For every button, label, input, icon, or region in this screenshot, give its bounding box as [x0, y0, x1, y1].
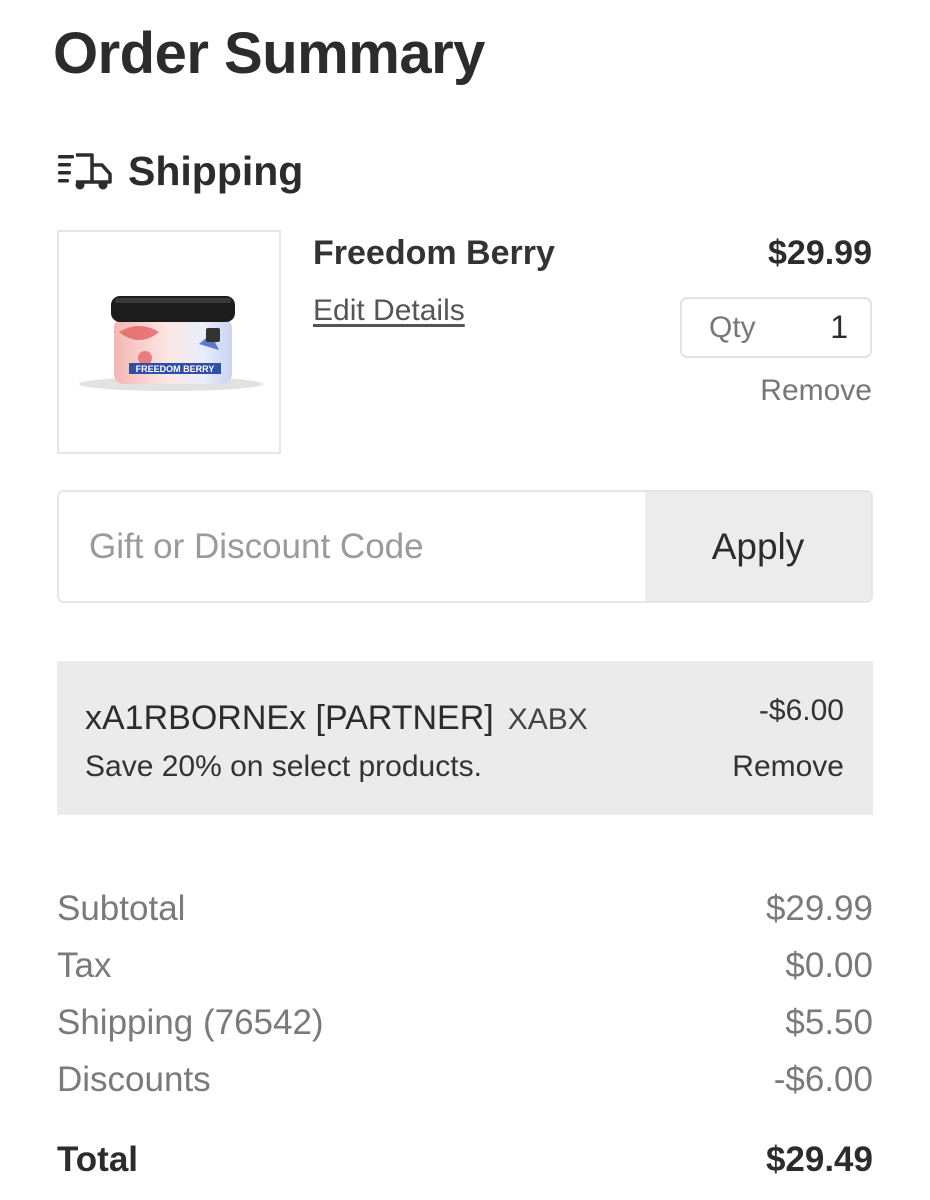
product-jar-image: FREEDOM BERRY	[79, 296, 263, 391]
shipping-label: Shipping (76542)	[57, 1002, 324, 1042]
applied-discount-panel: xA1RBORNEx [PARTNER] XABX Save 20% on sel…	[57, 661, 873, 815]
tax-row: Tax $0.00	[57, 937, 873, 994]
subtotal-label: Subtotal	[57, 888, 186, 928]
discount-code: XABX	[507, 703, 588, 736]
subtotal-row: Subtotal $29.99	[57, 880, 873, 937]
remove-item-button[interactable]: Remove	[760, 374, 872, 408]
discounts-value: -$6.00	[773, 1059, 873, 1099]
apply-button[interactable]: Apply	[645, 492, 871, 601]
total-row: Total $29.49	[57, 1131, 873, 1188]
total-label: Total	[57, 1139, 139, 1179]
shipping-section-header: Shipping	[56, 146, 303, 196]
discount-amount: -$6.00	[758, 694, 844, 727]
shipping-section-label: Shipping	[128, 147, 304, 194]
total-value: $29.49	[765, 1139, 873, 1179]
product-jar-label: FREEDOM BERRY	[136, 364, 215, 374]
page-title: Order Summary	[53, 21, 485, 86]
discount-code-input[interactable]	[59, 492, 645, 601]
discounts-label: Discounts	[57, 1059, 211, 1099]
tax-label: Tax	[57, 945, 112, 985]
tax-value: $0.00	[785, 945, 873, 985]
quantity-value[interactable]: 1	[830, 309, 848, 346]
remove-discount-button[interactable]: Remove	[732, 750, 844, 784]
quantity-label: Qty	[709, 310, 756, 344]
discount-description: Save 20% on select products.	[85, 750, 482, 783]
edit-details-link[interactable]: Edit Details	[313, 294, 465, 328]
discount-name-line: xA1RBORNEx [PARTNER] XABX	[85, 699, 588, 738]
discount-name: xA1RBORNEx [PARTNER]	[85, 699, 494, 737]
product-thumbnail[interactable]: FREEDOM BERRY	[57, 230, 281, 454]
order-totals: Subtotal $29.99 Tax $0.00 Shipping (7654…	[57, 880, 873, 1188]
shipping-value: $5.50	[785, 1002, 873, 1042]
discounts-row: Discounts -$6.00	[57, 1051, 873, 1108]
shipping-row: Shipping (76542) $5.50	[57, 994, 873, 1051]
subtotal-value: $29.99	[765, 888, 873, 928]
truck-icon	[58, 153, 112, 190]
product-price: $29.99	[768, 234, 872, 272]
discount-code-form: Apply	[57, 490, 873, 603]
product-name: Freedom Berry	[313, 234, 555, 272]
quantity-field[interactable]: Qty 1	[680, 297, 872, 358]
